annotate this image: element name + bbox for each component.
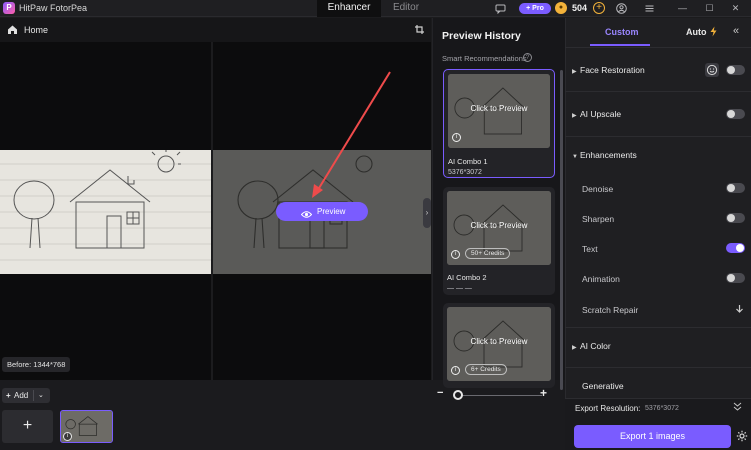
info-icon[interactable]: i [451, 250, 460, 259]
zoom-in-button[interactable]: + [540, 386, 547, 400]
scratch-repair-label: Scratch Repair [582, 305, 639, 315]
pro-badge[interactable]: + Pro [519, 3, 551, 14]
section-divider [565, 91, 751, 92]
menu-icon[interactable] [644, 3, 655, 14]
credits-pill: 50+ Credits [465, 248, 511, 259]
crop-icon[interactable] [414, 24, 425, 35]
minimize-button[interactable]: — [677, 3, 688, 14]
close-button[interactable]: ✕ [730, 3, 741, 14]
credits-pill: 6+ Credits [465, 364, 507, 375]
export-resolution-value: 5376*3072 [645, 405, 679, 412]
before-size-tag: Before: 1344*768 [2, 357, 71, 372]
section-divider [565, 327, 751, 328]
tab-custom[interactable]: Custom [605, 27, 639, 37]
expand-icon[interactable] [733, 402, 742, 413]
zoom-slider-knob[interactable] [453, 390, 463, 400]
history-card[interactable]: Click to Preview i AI Combo 1 5376*3072 [443, 69, 555, 178]
home-icon[interactable] [7, 24, 18, 35]
title-bar: P HitPaw FotorPea Enhancer Editor + Pro … [0, 0, 751, 17]
feedback-icon[interactable] [495, 3, 506, 15]
click-to-preview-label: Click to Preview [470, 337, 528, 346]
click-to-preview-label: Click to Preview [470, 221, 528, 230]
section-ai-upscale[interactable]: ▶ AI Upscale [572, 109, 621, 119]
section-enhancements[interactable]: ▼ Enhancements [572, 150, 637, 160]
collapse-history-handle[interactable]: › [423, 198, 431, 228]
text-label: Text [582, 244, 598, 254]
animation-label: Animation [582, 274, 620, 284]
tab-auto[interactable]: Auto [686, 27, 707, 37]
ai-upscale-toggle[interactable] [726, 109, 745, 119]
section-generative[interactable]: Generative [582, 381, 624, 391]
click-to-preview-label: Click to Preview [470, 104, 528, 113]
section-label: Enhancements [580, 150, 637, 160]
history-card[interactable]: Click to Preview i 50+ Credits AI Combo … [443, 187, 555, 295]
add-credits-button[interactable]: + [593, 2, 605, 14]
export-resolution-label: Export Resolution: [575, 404, 641, 413]
collapse-panel-icon[interactable]: « [733, 25, 739, 37]
eye-icon [300, 207, 313, 218]
add-button-divider [33, 390, 34, 401]
section-divider [565, 367, 751, 368]
add-button[interactable]: + Add ⌄ [2, 388, 50, 403]
sharpen-toggle[interactable] [726, 213, 745, 223]
card-title: AI Combo 1 [448, 157, 488, 166]
tab-separator [565, 47, 751, 48]
info-icon[interactable]: i [451, 366, 460, 375]
tab-enhancer[interactable]: Enhancer [317, 0, 381, 17]
chevron-right-icon: ▶ [572, 113, 577, 119]
app-title: HitPaw FotorPea [19, 3, 88, 13]
bolt-icon [710, 26, 717, 37]
sharpen-label: Sharpen [582, 214, 615, 224]
section-label: Face Restoration [580, 65, 645, 75]
face-restoration-toggle[interactable] [726, 65, 745, 75]
zoom-slider[interactable] [458, 395, 542, 396]
chevron-down-icon: ▼ [572, 154, 578, 160]
denoise-label: Denoise [582, 184, 614, 194]
preview-history-title: Preview History [442, 30, 521, 42]
card-resolution: 5376*3072 [448, 169, 482, 176]
info-icon[interactable]: i [63, 432, 72, 441]
smart-recommendations-label: Smart Recommendations [442, 54, 527, 63]
info-icon[interactable]: i [452, 133, 461, 142]
before-image [0, 150, 211, 274]
chevron-right-icon: ▶ [572, 345, 577, 351]
chevron-right-icon: ▶ [572, 69, 577, 75]
home-bar [0, 18, 431, 42]
home-link[interactable]: Home [24, 25, 48, 35]
maximize-button[interactable]: ☐ [704, 3, 715, 14]
active-tab-indicator [590, 44, 650, 46]
preview-button[interactable]: Preview [276, 202, 368, 221]
section-ai-color[interactable]: ▶ AI Color [572, 341, 611, 351]
account-icon[interactable] [616, 3, 627, 14]
card-resolution: — — — [447, 285, 472, 292]
animation-toggle[interactable] [726, 273, 745, 283]
add-image-tile[interactable]: + [2, 410, 53, 443]
face-icon[interactable] [705, 63, 719, 77]
export-button[interactable]: Export 1 images [574, 425, 731, 448]
section-label: AI Upscale [580, 109, 622, 119]
section-divider [565, 136, 751, 137]
chevron-down-icon[interactable]: ⌄ [38, 388, 44, 403]
coin-icon: ● [555, 2, 567, 14]
add-button-label: Add [14, 391, 29, 400]
tab-editor[interactable]: Editor [381, 0, 431, 17]
credits-count: 504 [572, 3, 588, 13]
section-face-restoration[interactable]: ▶ Face Restoration [572, 65, 645, 75]
plus-icon: + [6, 391, 11, 400]
section-label: AI Color [580, 341, 611, 351]
app-logo: P [3, 2, 15, 14]
zoom-out-button[interactable]: − [437, 387, 443, 399]
history-card[interactable]: Click to Preview i 6+ Credits [443, 303, 555, 388]
card-title: AI Combo 2 [447, 273, 487, 282]
denoise-toggle[interactable] [726, 183, 745, 193]
history-scrollbar[interactable] [560, 70, 563, 390]
text-toggle[interactable] [726, 243, 745, 253]
download-icon[interactable] [735, 304, 744, 315]
help-icon[interactable]: ? [523, 53, 532, 62]
gear-icon[interactable] [736, 430, 748, 442]
preview-button-label: Preview [317, 207, 346, 216]
